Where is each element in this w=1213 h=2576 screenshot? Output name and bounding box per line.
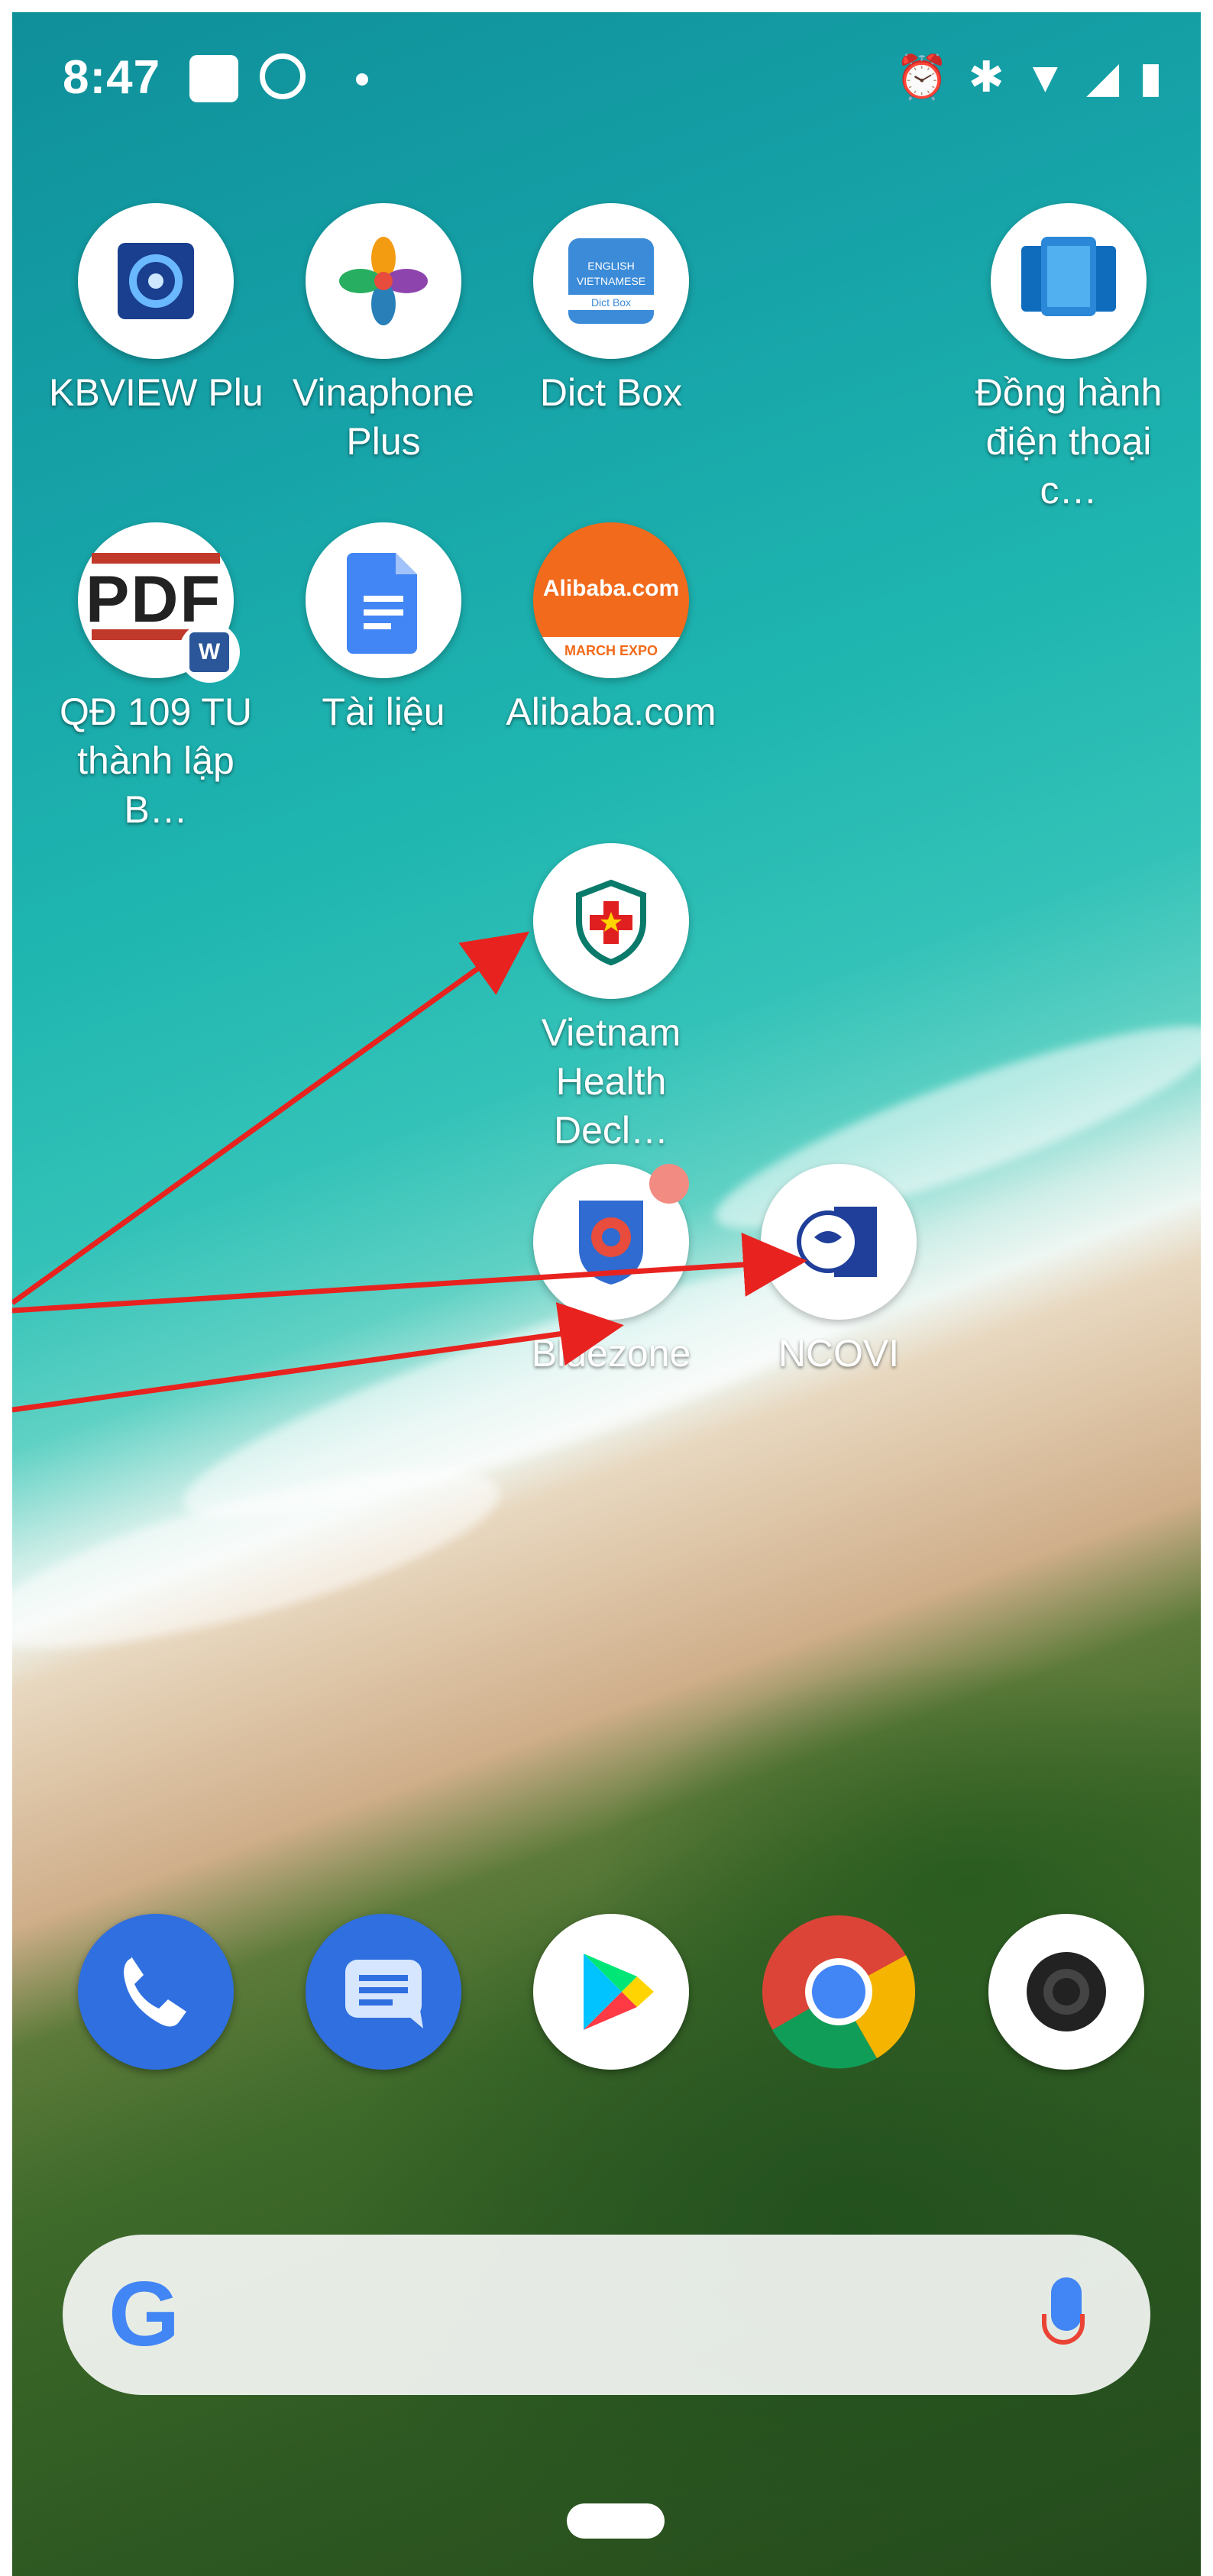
- arrow-to-health-declaration: [12, 931, 530, 1305]
- phone-icon: [78, 1914, 234, 2070]
- annotation-arrows: [12, 931, 807, 1413]
- arrow-to-ncovi: [12, 1233, 807, 1314]
- arrow-to-bluezone: [12, 1302, 624, 1413]
- dock-messages[interactable]: [277, 1914, 490, 2070]
- play-store-icon: [533, 1914, 689, 2070]
- microphone-icon[interactable]: [1042, 2277, 1085, 2345]
- camera-icon: [988, 1914, 1144, 2070]
- dock-chrome[interactable]: [732, 1914, 946, 2070]
- messages-icon: [306, 1914, 461, 2070]
- home-gesture-pill[interactable]: [567, 2503, 665, 2539]
- dock-phone[interactable]: [49, 1914, 263, 2070]
- home-screen: 8:47 ⏰ ✱ ▼ ◢ ▮ KBVIEW Plus Vinaphone Plu…: [12, 12, 1201, 2576]
- dock-play-store[interactable]: [504, 1914, 718, 2070]
- dock-camera[interactable]: [959, 1914, 1173, 2070]
- chrome-icon: [761, 1914, 917, 2070]
- google-search-bar[interactable]: G: [63, 2235, 1150, 2395]
- google-g-logo-icon: G: [108, 2263, 180, 2365]
